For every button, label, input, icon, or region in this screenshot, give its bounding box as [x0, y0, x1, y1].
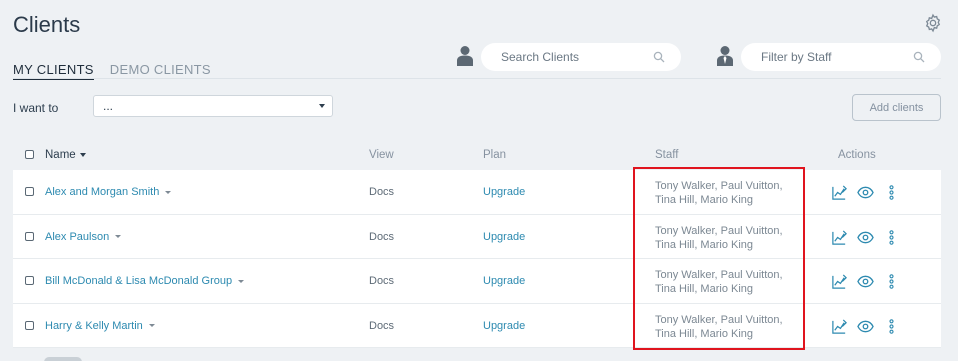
client-view: Docs: [369, 319, 395, 332]
bulk-action-label: I want to: [13, 101, 59, 115]
staff-person-icon: [717, 46, 733, 66]
row-checkbox[interactable]: [25, 187, 34, 196]
client-view: Docs: [369, 230, 395, 243]
sort-down-icon: [79, 152, 86, 157]
header-plan: Plan: [483, 149, 507, 161]
report-chart-icon[interactable]: [831, 184, 848, 201]
report-chart-icon[interactable]: [831, 318, 848, 335]
person-icon: [457, 46, 473, 66]
filter-staff-input[interactable]: Filter by Staff: [741, 43, 941, 71]
header-actions: Actions: [838, 149, 876, 161]
caret-down-icon[interactable]: [148, 324, 155, 328]
partial-toggle: [44, 357, 82, 361]
chevron-down-icon: [319, 104, 325, 108]
search-clients-input[interactable]: Search Clients: [481, 43, 681, 71]
staff-column-highlight-box: [633, 167, 805, 350]
bulk-action-select[interactable]: ...: [93, 95, 333, 117]
client-name: Alex Paulson: [45, 230, 110, 243]
client-view: Docs: [369, 275, 395, 287]
filter-staff-placeholder: Filter by Staff: [761, 50, 832, 64]
caret-down-icon[interactable]: [165, 190, 172, 194]
client-name: Harry & Kelly Martin: [45, 319, 143, 332]
report-chart-icon[interactable]: [831, 273, 848, 290]
more-vertical-icon[interactable]: [883, 318, 900, 335]
eye-icon[interactable]: [857, 229, 874, 246]
page-title: Clients: [13, 12, 81, 37]
upgrade-link[interactable]: Upgrade: [483, 275, 525, 287]
row-checkbox[interactable]: [25, 231, 34, 241]
more-vertical-icon[interactable]: [883, 273, 900, 290]
search-icon[interactable]: [913, 51, 925, 63]
upgrade-link[interactable]: Upgrade: [483, 320, 525, 332]
caret-down-icon[interactable]: [238, 279, 245, 283]
caret-down-icon[interactable]: [115, 235, 122, 239]
search-icon[interactable]: [653, 51, 665, 63]
header-name[interactable]: Name: [45, 149, 86, 161]
table-header: Name View Plan Staff Actions: [0, 146, 958, 166]
client-view: Docs: [369, 186, 395, 198]
client-name-link[interactable]: Bill McDonald & Lisa McDonald Group: [45, 275, 245, 287]
more-vertical-icon[interactable]: [883, 184, 900, 201]
gear-icon[interactable]: [923, 13, 943, 33]
client-name-link[interactable]: Harry & Kelly Martin: [45, 320, 155, 332]
row-checkbox[interactable]: [25, 276, 34, 285]
header-name-label: Name: [45, 149, 76, 161]
client-name-link[interactable]: Alex and Morgan Smith: [45, 186, 172, 198]
client-name-link[interactable]: Alex Paulson: [45, 230, 122, 243]
header-staff: Staff: [655, 149, 679, 161]
upgrade-link[interactable]: Upgrade: [483, 231, 525, 243]
bulk-action-value: ...: [103, 99, 114, 113]
select-all-checkbox[interactable]: [25, 150, 34, 159]
more-vertical-icon[interactable]: [883, 229, 900, 246]
header-view: View: [369, 149, 394, 161]
eye-icon[interactable]: [857, 184, 874, 201]
eye-icon[interactable]: [857, 273, 874, 290]
tabs-divider: [13, 78, 941, 79]
add-clients-button[interactable]: Add clients: [852, 94, 941, 121]
report-chart-icon[interactable]: [831, 229, 848, 246]
row-checkbox[interactable]: [25, 320, 34, 330]
client-name: Bill McDonald & Lisa McDonald Group: [45, 275, 233, 287]
search-clients-placeholder: Search Clients: [501, 50, 580, 64]
upgrade-link[interactable]: Upgrade: [483, 186, 525, 198]
client-name: Alex and Morgan Smith: [45, 186, 160, 198]
eye-icon[interactable]: [857, 318, 874, 335]
